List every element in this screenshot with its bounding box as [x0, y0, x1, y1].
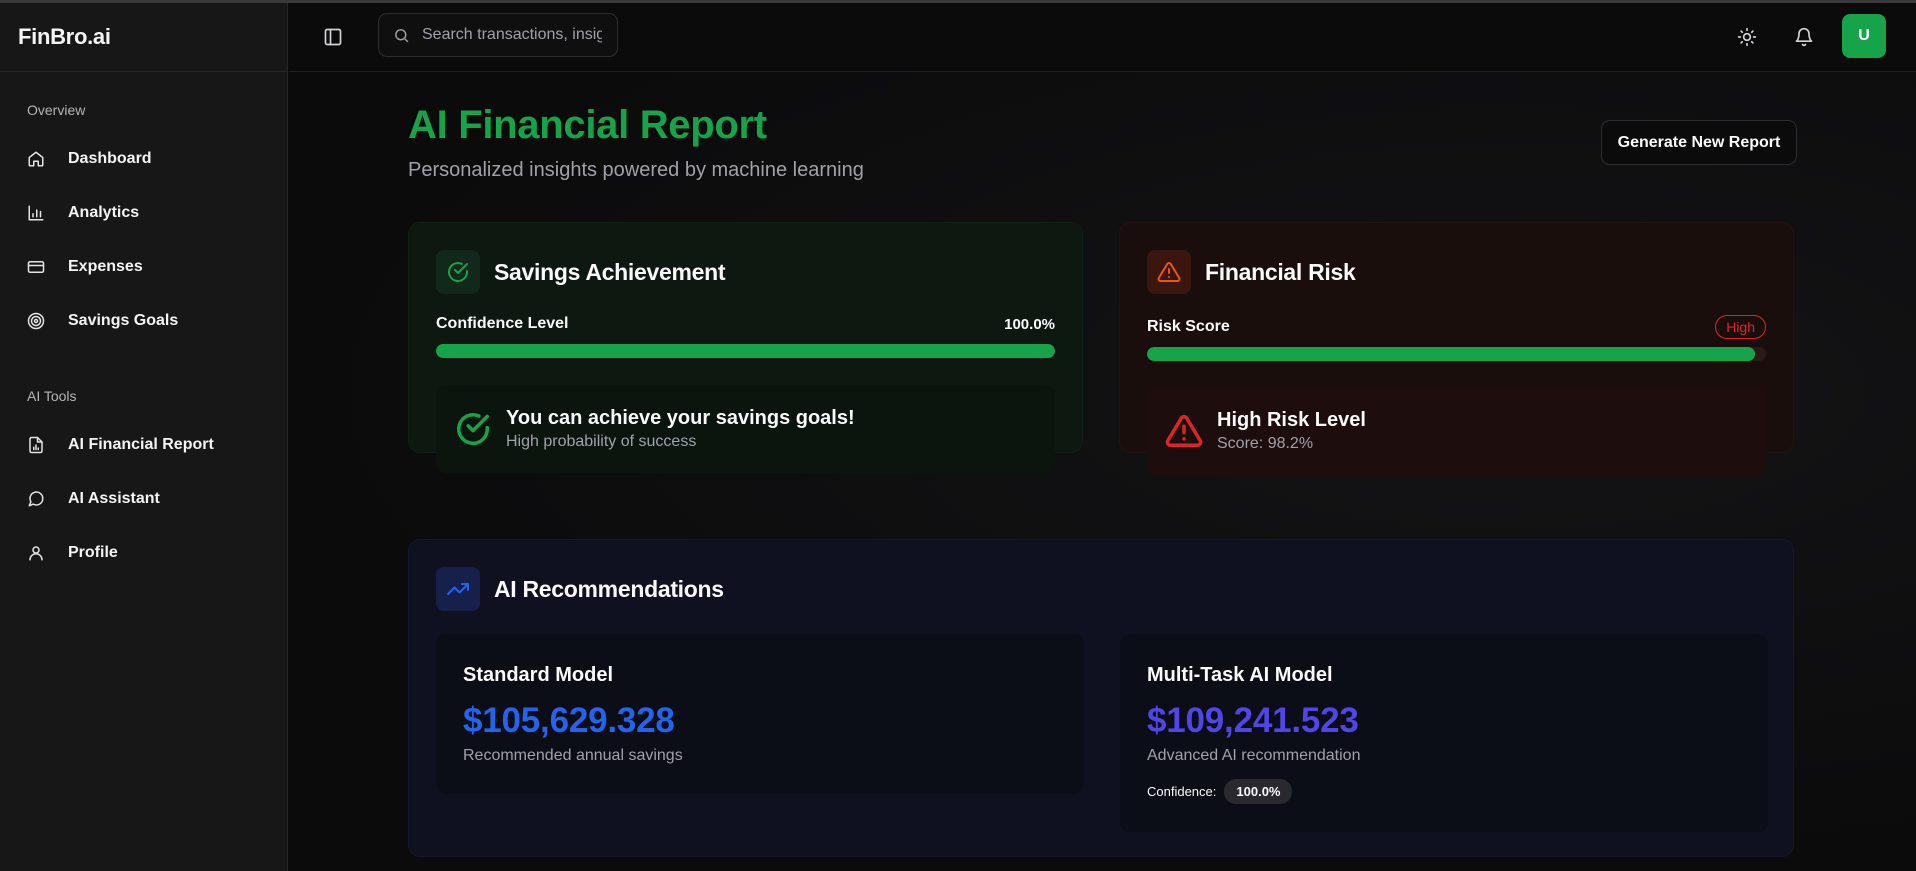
meter-label: Risk Score	[1147, 318, 1230, 335]
sidebar-item-savings-goals[interactable]: Savings Goals	[0, 294, 287, 348]
top-bar: U	[289, 3, 1916, 72]
card-title: Savings Achievement	[494, 258, 726, 285]
risk-message-box: High Risk Level Score: 98.2%	[1147, 387, 1766, 475]
confidence-row: Confidence: 100.0%	[1147, 779, 1741, 804]
sidebar-section-ai-tools: AI Tools	[27, 388, 77, 404]
sidebar-item-ai-financial-report[interactable]: AI Financial Report	[0, 418, 287, 472]
page-subtitle: Personalized insights powered by machine…	[408, 159, 864, 181]
bar-chart-icon	[27, 204, 45, 222]
message-title: You can achieve your savings goals!	[506, 407, 855, 429]
search-box[interactable]	[378, 13, 618, 57]
sidebar-toggle-button[interactable]	[323, 27, 343, 47]
model-name: Standard Model	[463, 664, 614, 686]
sidebar-item-analytics[interactable]: Analytics	[0, 186, 287, 240]
sidebar-item-label: Profile	[68, 544, 118, 561]
message-subtitle: Score: 98.2%	[1217, 435, 1314, 452]
meter-value: 100.0%	[1004, 315, 1055, 333]
savings-achievement-card: Savings Achievement Confidence Level 100…	[408, 222, 1083, 473]
warning-triangle-icon	[1147, 250, 1191, 294]
theme-toggle-button[interactable]	[1737, 27, 1757, 47]
multitask-model-panel: Multi-Task AI Model $109,241.523 Advance…	[1120, 634, 1768, 832]
check-circle-icon	[457, 413, 489, 445]
generate-report-button[interactable]: Generate New Report	[1601, 120, 1797, 165]
sun-icon	[1737, 27, 1757, 47]
sidebar-section-overview: Overview	[27, 102, 86, 118]
chat-bubble-icon	[27, 490, 45, 508]
sidebar-item-label: Dashboard	[68, 150, 152, 167]
warning-triangle-icon	[1165, 414, 1203, 447]
progress-fill	[1147, 347, 1755, 361]
risk-meter-row: Risk Score High	[1147, 315, 1766, 339]
card-title: Financial Risk	[1205, 258, 1356, 285]
card-header: Financial Risk	[1147, 250, 1356, 294]
standard-model-panel: Standard Model $105,629.328 Recommended …	[436, 634, 1084, 794]
message-title: High Risk Level	[1217, 409, 1366, 431]
confidence-badge: 100.0%	[1224, 779, 1293, 804]
model-name: Multi-Task AI Model	[1147, 664, 1333, 686]
confidence-label: Confidence:	[1147, 784, 1217, 799]
sidebar-item-label: AI Financial Report	[68, 436, 214, 453]
financial-risk-card: Financial Risk Risk Score High High Risk…	[1119, 222, 1794, 475]
search-icon	[395, 28, 409, 42]
sidebar-item-label: AI Assistant	[68, 490, 160, 507]
sidebar-item-expenses[interactable]: Expenses	[0, 240, 287, 294]
sidebar-item-label: Savings Goals	[68, 312, 179, 329]
sidebar-item-label: Expenses	[68, 258, 143, 275]
value-description: Recommended annual savings	[463, 747, 683, 764]
file-chart-icon	[27, 436, 45, 454]
progress-fill	[436, 344, 1055, 358]
bell-icon	[1795, 27, 1813, 47]
sidebar-item-profile[interactable]: Profile	[0, 526, 287, 580]
recommended-savings-value: $105,629.328	[463, 701, 675, 740]
target-icon	[27, 312, 45, 330]
confidence-meter-row: Confidence Level 100.0%	[436, 315, 1055, 333]
confidence-progress-bar	[436, 344, 1055, 358]
ai-recommendations-card: AI Recommendations Standard Model $105,6…	[408, 539, 1794, 857]
notifications-button[interactable]	[1794, 27, 1814, 47]
card-title: AI Recommendations	[494, 575, 724, 602]
brand-logo[interactable]: FinBro.ai	[0, 3, 287, 72]
card-header: AI Recommendations	[436, 567, 724, 611]
trending-up-icon	[436, 567, 480, 611]
panel-left-icon	[324, 28, 342, 46]
sidebar-item-ai-assistant[interactable]: AI Assistant	[0, 472, 287, 526]
recommended-savings-value: $109,241.523	[1147, 701, 1359, 740]
meter-label: Confidence Level	[436, 315, 569, 332]
main-content: AI Financial Report Personalized insight…	[289, 72, 1916, 871]
risk-level-badge: High	[1715, 315, 1766, 339]
user-icon	[27, 544, 45, 562]
page-title: AI Financial Report	[408, 103, 767, 147]
message-subtitle: High probability of success	[506, 433, 697, 450]
check-circle-icon	[436, 250, 480, 294]
value-description: Advanced AI recommendation	[1147, 747, 1361, 764]
user-avatar[interactable]: U	[1842, 14, 1886, 58]
risk-progress-bar	[1147, 347, 1766, 361]
home-icon	[27, 150, 45, 168]
credit-card-icon	[27, 258, 45, 276]
sidebar-item-dashboard[interactable]: Dashboard	[0, 132, 287, 186]
app-window: FinBro.ai Overview Dashboard Analytics E…	[0, 0, 1916, 871]
card-header: Savings Achievement	[436, 250, 726, 294]
search-input[interactable]	[422, 26, 602, 44]
sidebar-item-label: Analytics	[68, 204, 140, 221]
sidebar: FinBro.ai Overview Dashboard Analytics E…	[0, 3, 288, 871]
savings-message-box: You can achieve your savings goals! High…	[436, 385, 1055, 473]
